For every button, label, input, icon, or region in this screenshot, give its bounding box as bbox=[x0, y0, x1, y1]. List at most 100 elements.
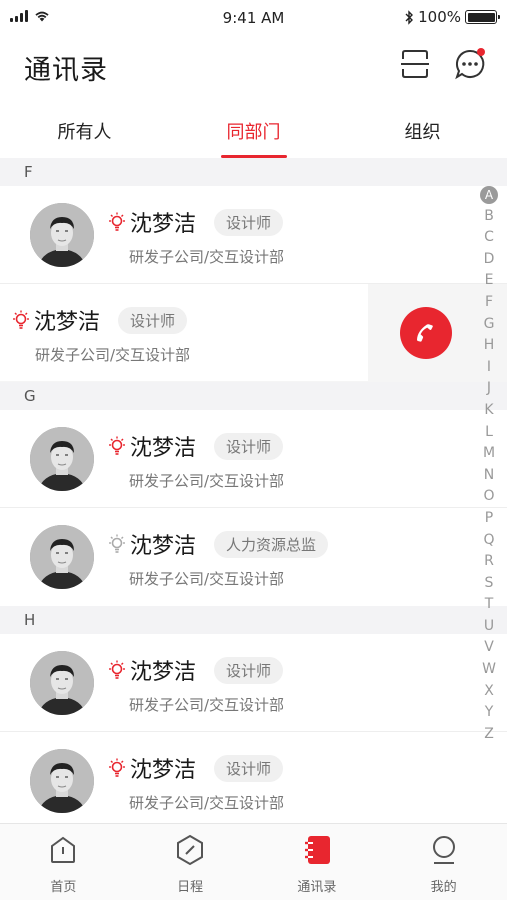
index-letter[interactable]: X bbox=[479, 681, 499, 703]
index-letter[interactable]: N bbox=[479, 465, 499, 487]
tab-label: 所有人 bbox=[57, 122, 112, 143]
contact-row[interactable]: 沈梦洁 设计师研发子公司/交互设计部 bbox=[0, 186, 507, 284]
contact-name: 沈梦洁 bbox=[130, 758, 197, 783]
index-letter[interactable]: V bbox=[479, 637, 499, 659]
index-letter[interactable]: C bbox=[479, 227, 499, 249]
department-label: 研发子公司/交互设计部 bbox=[129, 472, 285, 490]
bulb-icon bbox=[109, 758, 125, 777]
index-letter[interactable]: F bbox=[479, 292, 499, 314]
department-label: 研发子公司/交互设计部 bbox=[129, 794, 285, 812]
nav-item-0[interactable]: 首页 bbox=[0, 824, 127, 900]
index-letter[interactable]: K bbox=[479, 400, 499, 422]
role-badge: 设计师 bbox=[214, 208, 284, 236]
bulb-icon bbox=[109, 212, 125, 231]
nav-item-3[interactable]: 我的 bbox=[380, 824, 507, 900]
bottom-nav: 首页 日程 通讯录 我的 bbox=[0, 823, 507, 900]
department-label: 研发子公司/交互设计部 bbox=[129, 570, 285, 588]
index-letter[interactable]: R bbox=[479, 551, 499, 573]
notification-dot bbox=[477, 48, 485, 56]
tab-2[interactable]: 组织 bbox=[338, 100, 507, 158]
contact-row[interactable]: 沈梦洁 设计师研发子公司/交互设计部 bbox=[0, 410, 507, 508]
index-letter[interactable]: O bbox=[479, 486, 499, 508]
index-letter[interactable]: G bbox=[479, 314, 499, 336]
tab-0[interactable]: 所有人 bbox=[0, 100, 169, 158]
nav-item-1[interactable]: 日程 bbox=[127, 824, 254, 900]
role-badge: 人力资源总监 bbox=[214, 530, 329, 558]
contact-name-row: 沈梦洁 人力资源总监 bbox=[108, 528, 329, 560]
header: 通讯录 bbox=[0, 36, 507, 96]
index-letter[interactable]: E bbox=[479, 270, 499, 292]
index-letter[interactable]: M bbox=[479, 443, 499, 465]
index-letter[interactable]: P bbox=[479, 508, 499, 530]
index-letter[interactable]: I bbox=[479, 357, 499, 379]
index-letter[interactable]: W bbox=[479, 659, 499, 681]
contact-name: 沈梦洁 bbox=[130, 436, 197, 461]
index-letter[interactable]: Q bbox=[479, 530, 499, 552]
contact-name-row: 沈梦洁 设计师 bbox=[108, 752, 284, 784]
avatar bbox=[30, 427, 94, 491]
index-letter[interactable]: L bbox=[479, 422, 499, 444]
profile-icon bbox=[432, 836, 455, 864]
index-letter[interactable]: Y bbox=[479, 702, 499, 724]
contact-row[interactable]: 沈梦洁 设计师研发子公司/交互设计部 bbox=[0, 732, 507, 823]
department-label: 研发子公司/交互设计部 bbox=[129, 248, 285, 266]
bulb-icon bbox=[109, 534, 125, 553]
alphabet-index: ABCDEFGHIJKLMNOPQRSTUVWXYZ bbox=[479, 184, 499, 745]
index-letter[interactable]: Z bbox=[479, 724, 499, 746]
contact-name-row: 沈梦洁 设计师 bbox=[108, 206, 284, 238]
avatar bbox=[30, 749, 94, 813]
status-bar: 9:41 AM 100% bbox=[0, 0, 507, 36]
battery-icon bbox=[465, 10, 500, 24]
avatar bbox=[30, 203, 94, 267]
tab-label: 同部门 bbox=[226, 122, 281, 143]
index-letter[interactable]: B bbox=[479, 206, 499, 228]
page-title: 通讯录 bbox=[24, 55, 108, 86]
role-badge: 设计师 bbox=[214, 656, 284, 684]
bulb-icon bbox=[13, 310, 29, 329]
contact-name: 沈梦洁 bbox=[34, 310, 101, 335]
index-letter[interactable]: U bbox=[479, 616, 499, 638]
contact-name: 沈梦洁 bbox=[130, 212, 197, 237]
nav-label: 首页 bbox=[50, 880, 77, 895]
index-letter[interactable]: S bbox=[479, 573, 499, 595]
bulb-icon bbox=[109, 436, 125, 455]
contact-name-row: 沈梦洁 设计师 bbox=[12, 304, 188, 336]
nav-label: 我的 bbox=[430, 880, 457, 895]
nav-item-2[interactable]: 通讯录 bbox=[254, 824, 381, 900]
contact-row[interactable]: 沈梦洁 设计师研发子公司/交互设计部 bbox=[0, 634, 507, 732]
nav-label: 日程 bbox=[177, 880, 204, 895]
status-right: 100% bbox=[405, 8, 500, 26]
chat-icon[interactable] bbox=[454, 48, 486, 80]
avatar bbox=[30, 525, 94, 589]
role-badge: 设计师 bbox=[214, 432, 284, 460]
contact-name: 沈梦洁 bbox=[130, 660, 197, 685]
index-letter[interactable]: J bbox=[479, 378, 499, 400]
role-badge: 设计师 bbox=[118, 306, 188, 334]
contact-name-row: 沈梦洁 设计师 bbox=[108, 654, 284, 686]
scan-icon[interactable] bbox=[399, 48, 431, 80]
tab-1[interactable]: 同部门 bbox=[169, 100, 338, 158]
bulb-icon bbox=[109, 660, 125, 679]
section-header: H bbox=[0, 606, 507, 634]
section-header: G bbox=[0, 382, 507, 410]
department-label: 研发子公司/交互设计部 bbox=[129, 696, 285, 714]
contact-row[interactable]: 沈梦洁 人力资源总监研发子公司/交互设计部 bbox=[0, 508, 507, 606]
department-label: 研发子公司/交互设计部 bbox=[35, 346, 191, 364]
nav-label: 通讯录 bbox=[297, 880, 337, 895]
index-letter[interactable]: D bbox=[479, 249, 499, 271]
contact-list: F 沈梦洁 设计师 研发子公司/交互设计部 沈梦洁 设计师 研发子公司/交互设计部 G 沈梦洁设… bbox=[0, 158, 507, 823]
phone-icon bbox=[417, 324, 433, 342]
swiped-contact-panel[interactable]: 沈梦洁 设计师研发子公司/交互设计部 bbox=[0, 284, 368, 381]
schedule-icon bbox=[177, 834, 204, 866]
index-letter[interactable]: A bbox=[480, 186, 498, 204]
contact-row[interactable]: 沈梦洁 设计师研发子公司/交互设计部 bbox=[0, 284, 507, 382]
home-icon bbox=[51, 836, 76, 863]
index-letter[interactable]: H bbox=[479, 335, 499, 357]
battery-percent: 100% bbox=[418, 8, 461, 26]
contacts-icon bbox=[304, 836, 330, 864]
call-button[interactable] bbox=[400, 307, 452, 359]
index-letter[interactable]: T bbox=[479, 594, 499, 616]
section-header: F bbox=[0, 158, 507, 186]
tab-label: 组织 bbox=[404, 122, 441, 143]
tab-bar: 所有人 同部门 组织 bbox=[0, 100, 507, 158]
